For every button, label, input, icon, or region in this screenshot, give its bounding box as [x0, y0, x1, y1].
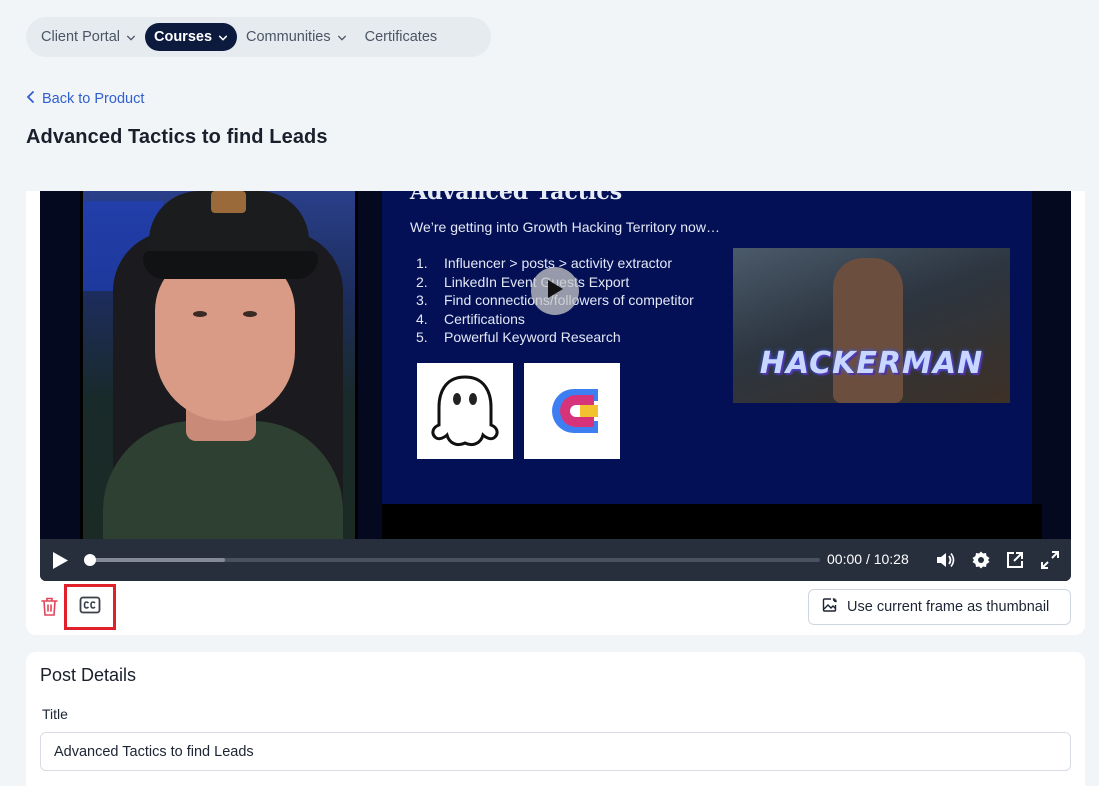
nav-item-certificates[interactable]: Certificates: [356, 23, 447, 51]
ghost-logo: [417, 363, 513, 459]
video-controls: 00:00 / 10:28: [40, 539, 1071, 581]
nav-item-label: Client Portal: [41, 29, 120, 45]
nav-item-courses[interactable]: Courses: [144, 23, 238, 51]
webcam-frame: [80, 191, 358, 539]
title-input[interactable]: [40, 732, 1071, 771]
seek-bar[interactable]: [84, 554, 820, 566]
time-display: 00:00 / 10:28: [827, 551, 909, 567]
nav-item-communities[interactable]: Communities: [237, 23, 356, 51]
closed-captions-button[interactable]: [64, 584, 116, 630]
top-nav: Client Portal Courses Communities Certif…: [26, 17, 491, 57]
volume-icon[interactable]: [935, 550, 955, 575]
fullscreen-icon[interactable]: [1040, 550, 1060, 575]
page-title: Advanced Tactics to find Leads: [26, 126, 328, 148]
thumbnail-button-label: Use current frame as thumbnail: [847, 599, 1050, 615]
chevron-down-icon: [126, 32, 136, 42]
image-edit-icon: [822, 597, 838, 617]
seek-handle[interactable]: [84, 554, 96, 566]
list-item: 5. Powerful Keyword Research: [416, 329, 621, 346]
popout-icon[interactable]: [1005, 550, 1025, 575]
hackerman-text: HACKERMAN: [759, 346, 984, 381]
nav-item-label: Certificates: [364, 29, 438, 45]
chevron-down-icon: [337, 32, 347, 42]
hackerman-image: HACKERMAN: [733, 248, 1010, 403]
nav-item-label: Courses: [153, 29, 213, 45]
magnet-logo: [524, 363, 620, 459]
play-button[interactable]: [52, 551, 69, 575]
post-details-heading: Post Details: [40, 665, 137, 685]
play-overlay-button[interactable]: [531, 267, 579, 315]
trash-icon[interactable]: [40, 596, 59, 622]
title-label: Title: [42, 706, 68, 722]
back-to-product-link[interactable]: Back to Product: [26, 90, 144, 108]
video-card: Advanced Tactics We’re getting into Grow…: [26, 191, 1085, 635]
video-player[interactable]: Advanced Tactics We’re getting into Grow…: [40, 191, 1071, 581]
slide-subtitle: We’re getting into Growth Hacking Territ…: [410, 219, 720, 235]
slide-heading: Advanced Tactics: [410, 191, 623, 205]
duration: 10:28: [873, 551, 909, 567]
post-details-card: Post Details Title: [26, 652, 1085, 786]
nav-item-label: Communities: [246, 29, 331, 45]
gear-icon[interactable]: [971, 550, 991, 575]
chevron-down-icon: [218, 32, 228, 42]
use-frame-as-thumbnail-button[interactable]: Use current frame as thumbnail: [808, 589, 1071, 625]
closed-captions-icon: [79, 596, 101, 619]
play-icon: [546, 279, 564, 304]
back-link-label: Back to Product: [42, 91, 145, 107]
current-time: 00:00: [827, 551, 863, 567]
nav-item-client-portal[interactable]: Client Portal: [32, 23, 145, 51]
presentation-slide: Advanced Tactics We’re getting into Grow…: [382, 191, 1032, 504]
chevron-left-icon: [26, 90, 36, 108]
